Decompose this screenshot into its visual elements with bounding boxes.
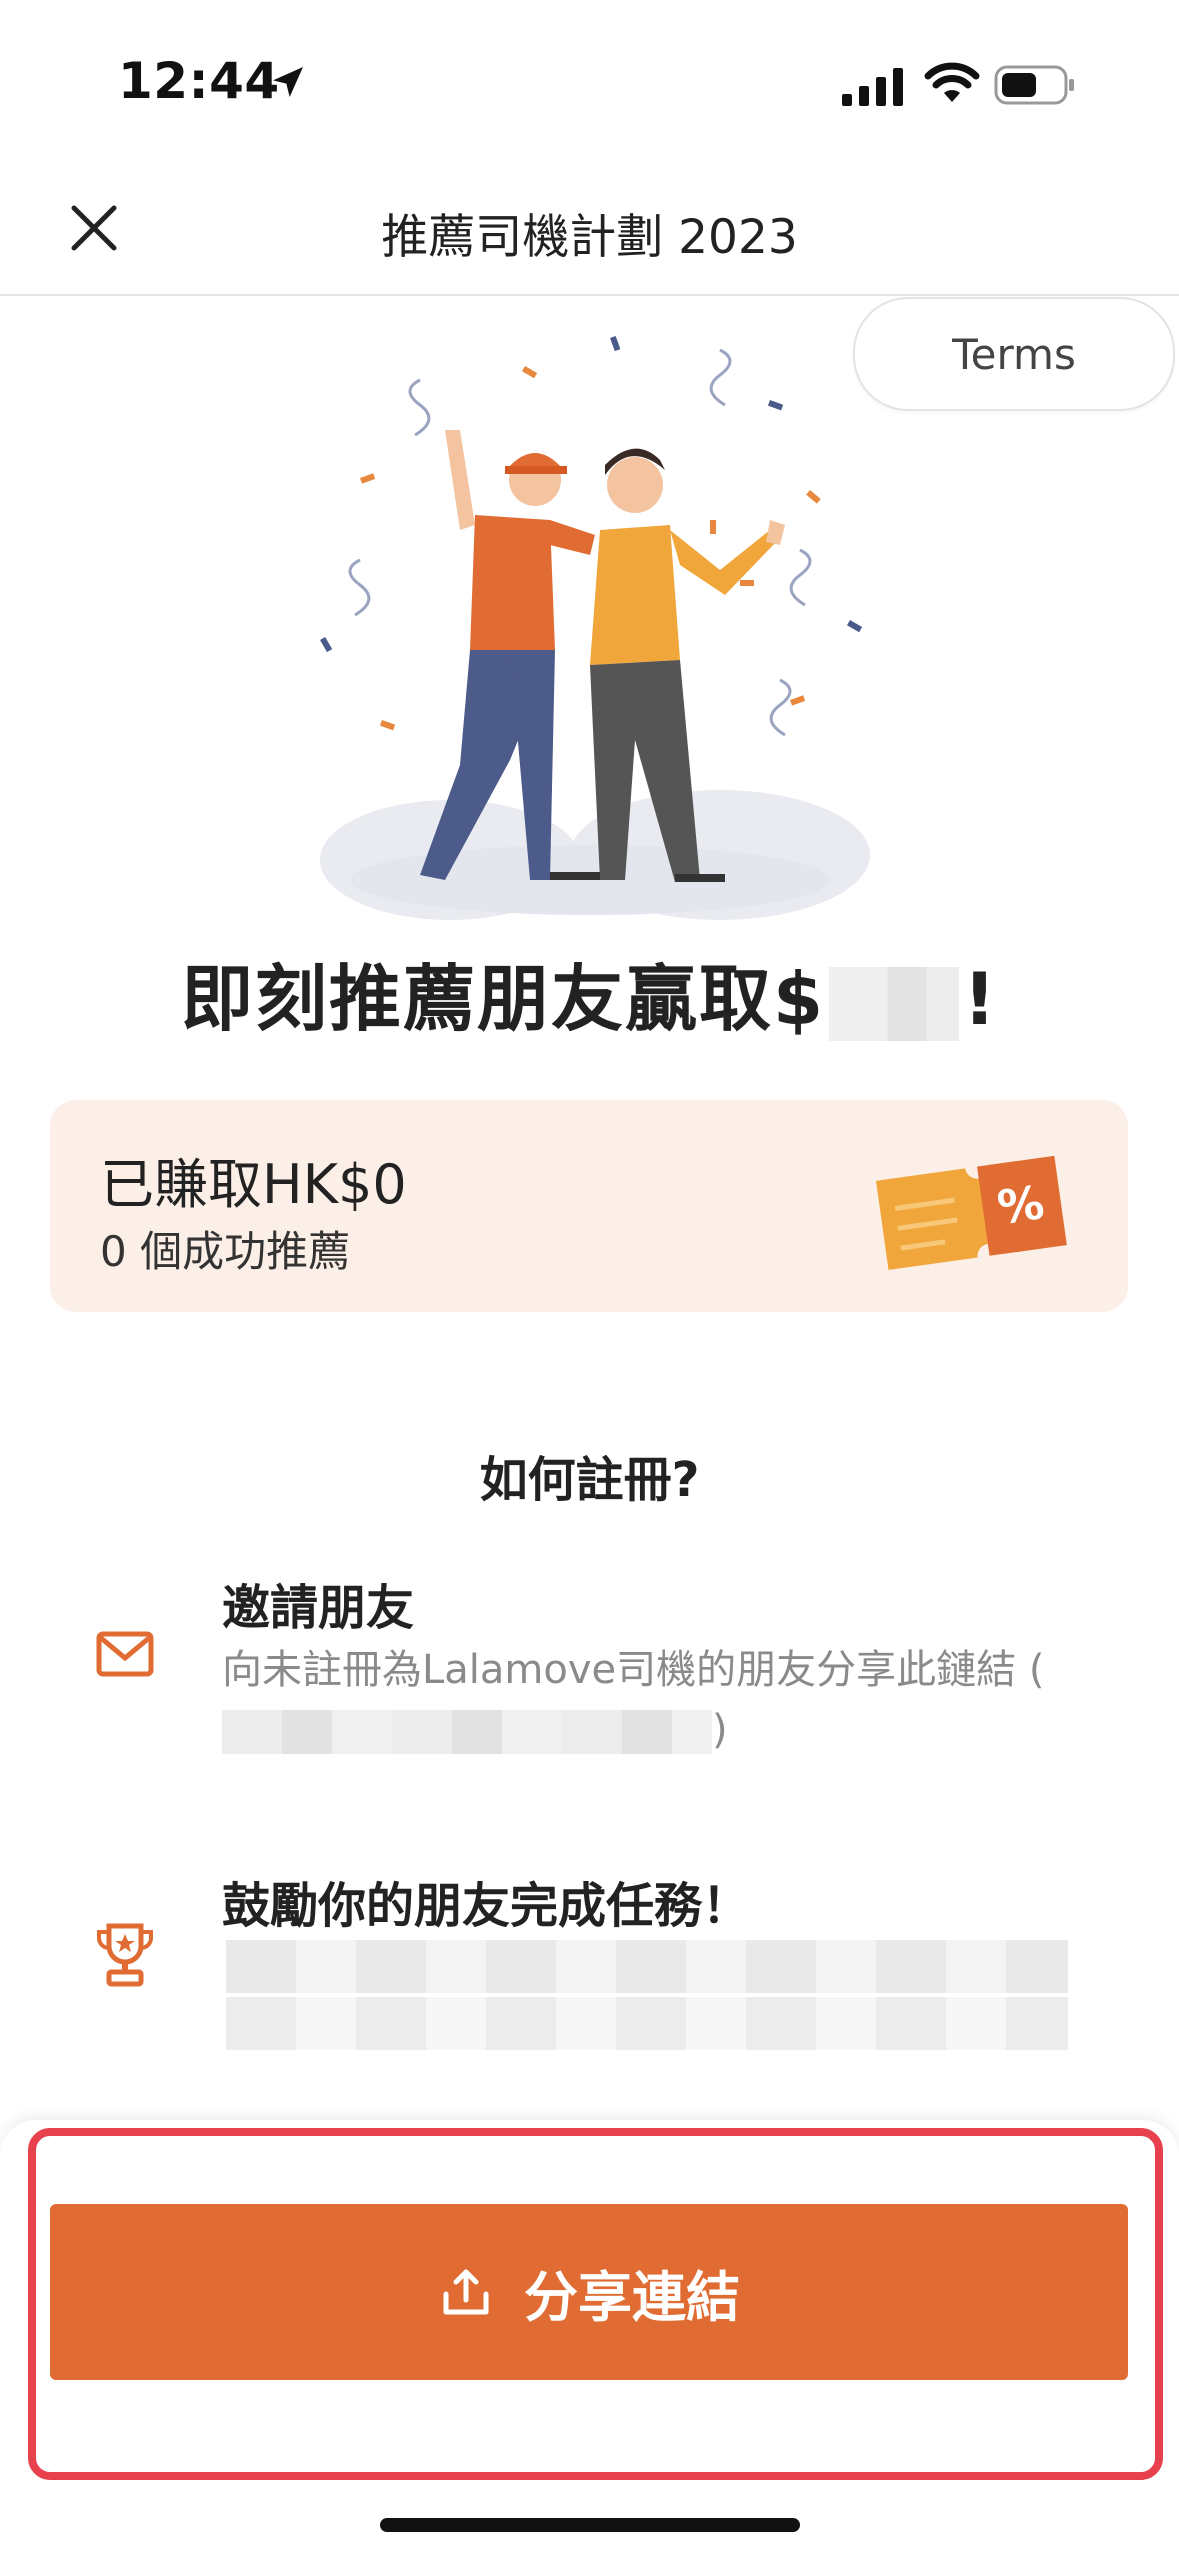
redacted-amount (829, 967, 960, 1042)
cellular-signal-icon (842, 68, 903, 106)
headline-text: 即刻推薦朋友贏取$ (181, 957, 826, 1041)
headline: 即刻推薦朋友贏取$! (0, 940, 1179, 1045)
mail-icon (96, 1631, 154, 1677)
battery-icon (994, 65, 1074, 105)
earned-amount: 已賺取HK$0 (100, 1153, 407, 1216)
location-arrow-icon (273, 67, 303, 97)
header-divider (0, 294, 1179, 296)
home-indicator[interactable] (380, 2518, 800, 2532)
voucher-icon: % (876, 1155, 1067, 1270)
terms-button[interactable]: Terms (853, 297, 1175, 411)
step-invite-desc: 向未註冊為Lalamove司機的朋友分享此鏈結 () (222, 1640, 1102, 1760)
page-title: 推薦司機計劃 2023 (381, 210, 798, 265)
how-to-title: 如何註冊? (479, 1452, 700, 1508)
redacted-link (222, 1710, 712, 1754)
hero-illustration (320, 335, 870, 920)
svg-text:%: % (994, 1175, 1047, 1235)
trophy-icon (97, 1923, 153, 1987)
wifi-icon (924, 62, 980, 102)
step-invite-desc-text: 向未註冊為Lalamove司機的朋友分享此鏈結 ( (222, 1647, 1045, 1693)
step-task-title: 鼓勵你的朋友完成任務！ (222, 1878, 751, 1934)
status-time: 12:44 (118, 52, 280, 110)
headline-suffix: ! (963, 957, 998, 1041)
redacted-task-desc (226, 1940, 1068, 2050)
step-invite-desc-end: ) (712, 1707, 728, 1753)
highlight-box (28, 2128, 1163, 2480)
step-invite-title: 邀請朋友 (222, 1580, 415, 1636)
referral-count: 0 個成功推薦 (100, 1227, 351, 1276)
